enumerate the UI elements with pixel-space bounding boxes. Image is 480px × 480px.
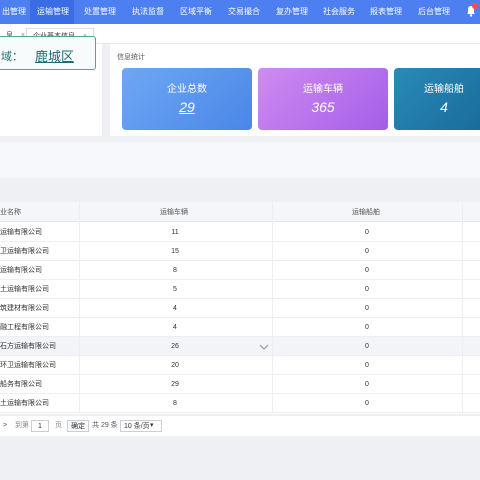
region-value-link[interactable]: 鹿城区	[35, 46, 74, 65]
cell-ships: 0	[365, 286, 369, 293]
nav-item-trade[interactable]: 交易撮合	[228, 0, 268, 24]
table-row[interactable]: 环卫运输有限公司 20 0	[0, 356, 480, 375]
notification-dot	[472, 3, 478, 9]
confirm-page-button[interactable]: 确定	[67, 420, 89, 432]
pagination: > 到第 1 页 确定 共 29 条 10 条/页 ▾	[0, 416, 480, 436]
cell-vehicles: 26	[171, 343, 179, 350]
column-header-ships: 运输船舶	[352, 209, 380, 216]
stat-label: 运输船舶	[424, 84, 464, 95]
page-size-select[interactable]: 10 条/页	[120, 420, 162, 432]
cell-vehicles: 20	[171, 362, 179, 369]
stat-value: 4	[440, 99, 448, 115]
nav-item-disposal[interactable]: 处置管理	[84, 0, 124, 24]
nav-item-review[interactable]: 复办管理	[276, 0, 316, 24]
cell-ships: 0	[365, 343, 369, 350]
filter-area	[0, 142, 480, 178]
cell-ships: 0	[365, 267, 369, 274]
cell-name: 筑建材有限公司	[0, 305, 49, 312]
cell-name: 船务有限公司	[0, 381, 42, 388]
table-row[interactable]: 土运输有限公司 5 0	[0, 280, 480, 299]
top-nav-bar: 出管理 运输管理 处置管理 执法监督 区域平衡 交易撮合 复办管理 社会服务 报…	[0, 0, 480, 24]
cell-name: 运输有限公司	[0, 229, 42, 236]
stats-title: 信息统计	[117, 54, 145, 61]
cell-ships: 0	[365, 305, 369, 312]
stat-enterprise-total[interactable]: 企业总数 29	[122, 68, 252, 130]
cell-name: 石方运输有限公司	[0, 343, 56, 350]
stat-value: 365	[311, 99, 335, 115]
page-number-input[interactable]: 1	[31, 420, 49, 432]
next-page-button[interactable]: >	[3, 420, 7, 432]
chevron-down-icon[interactable]: ▾	[150, 420, 154, 432]
chevron-down-icon[interactable]	[259, 343, 269, 351]
nav-item-reports[interactable]: 报表管理	[370, 0, 410, 24]
nav-item-transport[interactable]: 运输管理	[30, 0, 74, 24]
cell-ships: 0	[365, 324, 369, 331]
cell-ships: 0	[365, 400, 369, 407]
cell-vehicles: 8	[173, 400, 177, 407]
table-header	[0, 202, 480, 222]
cell-name: 卫运输有限公司	[0, 248, 49, 255]
cell-vehicles: 4	[173, 305, 177, 312]
column-divider	[272, 202, 273, 414]
column-divider	[79, 202, 80, 414]
table-row[interactable]: 石方运输有限公司 26 0	[0, 337, 480, 356]
stat-label: 运输车辆	[303, 84, 343, 95]
stat-ships[interactable]: 运输船舶 4	[394, 68, 480, 130]
cell-name: 运输有限公司	[0, 267, 42, 274]
cell-name: 土运输有限公司	[0, 400, 49, 407]
table-row[interactable]: 运输有限公司 11 0	[0, 223, 480, 242]
cell-ships: 0	[365, 229, 369, 236]
nav-item-social[interactable]: 社会服务	[323, 0, 363, 24]
cell-vehicles: 15	[171, 248, 179, 255]
cell-vehicles: 29	[171, 381, 179, 388]
table-row[interactable]: 船务有限公司 29 0	[0, 375, 480, 394]
region-selector[interactable]: 域： 鹿城区	[0, 36, 96, 70]
cell-name: 环卫运输有限公司	[0, 362, 56, 369]
table-row[interactable]: 筑建材有限公司 4 0	[0, 299, 480, 318]
total-count: 共 29 条	[92, 422, 118, 429]
stat-value[interactable]: 29	[122, 99, 252, 115]
column-header-name: 业名称	[0, 209, 21, 216]
cell-ships: 0	[365, 248, 369, 255]
cell-vehicles: 4	[173, 324, 177, 331]
nav-item-balance[interactable]: 区域平衡	[180, 0, 220, 24]
nav-item-0[interactable]: 出管理	[0, 0, 28, 24]
cell-ships: 0	[365, 381, 369, 388]
page-unit-label: 页	[55, 422, 62, 429]
goto-label: 到第	[15, 422, 29, 429]
nav-item-admin[interactable]: 后台管理	[418, 0, 458, 24]
table-row[interactable]: 卫运输有限公司 15 0	[0, 242, 480, 261]
nav-item-enforcement[interactable]: 执法监督	[132, 0, 172, 24]
table-row[interactable]: 运输有限公司 8 0	[0, 261, 480, 280]
footer-area	[0, 436, 480, 480]
cell-vehicles: 8	[173, 267, 177, 274]
cell-name: 融工程有限公司	[0, 324, 49, 331]
table-row[interactable]: 融工程有限公司 4 0	[0, 318, 480, 337]
column-header-vehicles: 运输车辆	[160, 209, 188, 216]
cell-name: 土运输有限公司	[0, 286, 49, 293]
cell-vehicles: 5	[173, 286, 177, 293]
section-divider	[0, 178, 480, 200]
stat-label: 企业总数	[167, 84, 207, 95]
table-row[interactable]: 土运输有限公司 8 0	[0, 394, 480, 413]
region-label: 域：	[1, 51, 23, 63]
column-divider	[462, 202, 463, 414]
stat-vehicles[interactable]: 运输车辆 365	[258, 68, 388, 130]
cell-vehicles: 11	[171, 229, 179, 236]
cell-ships: 0	[365, 362, 369, 369]
